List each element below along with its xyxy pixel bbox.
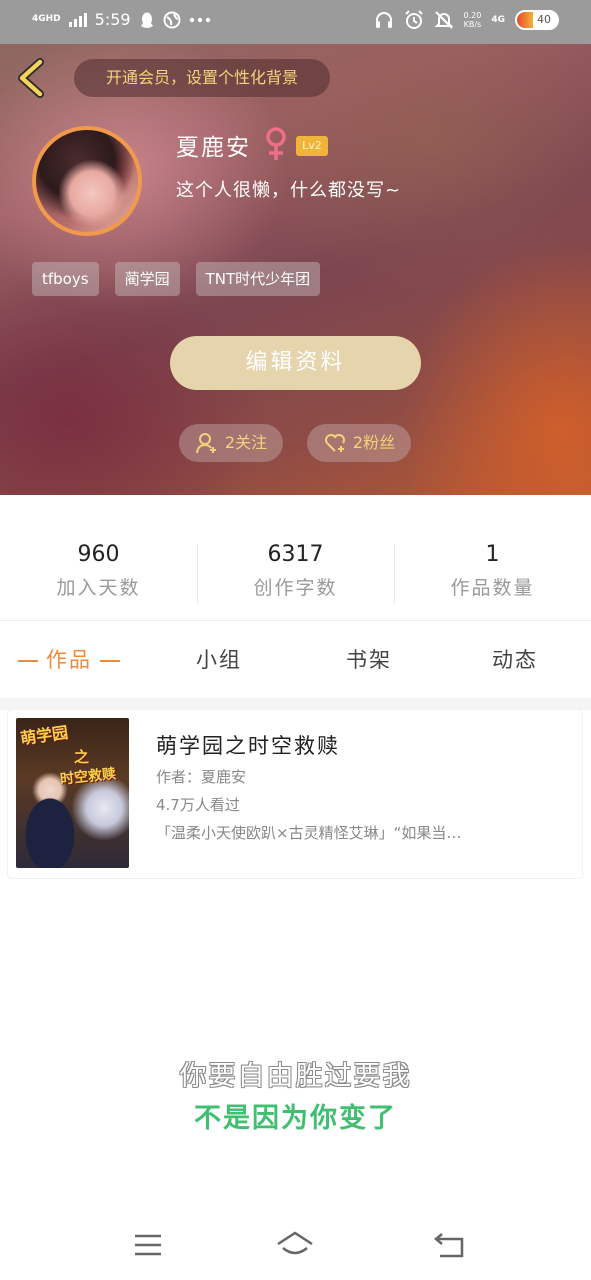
stat-value: 1 xyxy=(485,542,500,567)
work-cover-image[interactable]: 萌学园 之 时空救赎 xyxy=(16,718,129,868)
tab-label: 作品 xyxy=(46,648,92,672)
section-separator xyxy=(0,698,591,710)
stat-label: 加入天数 xyxy=(56,577,141,599)
tag-list: tfboys 蔺学园 TNT时代少年团 xyxy=(32,262,321,296)
home-icon[interactable] xyxy=(275,1228,315,1262)
following-label: 2关注 xyxy=(224,433,268,452)
battery-icon: 40 xyxy=(515,10,559,30)
status-bar: 4GHD 5:59 0.20 KB/s 4G 40 xyxy=(0,0,591,44)
battery-level: 40 xyxy=(537,13,551,26)
network-type: 4GHD xyxy=(32,14,61,24)
tag-chip[interactable]: 蔺学园 xyxy=(114,262,180,296)
tab-works[interactable]: 作品 xyxy=(18,644,128,674)
edit-profile-button[interactable]: 编辑资料 xyxy=(170,336,421,390)
work-description: 「温柔小天使欧趴×古灵精怪艾琳」“如果当… xyxy=(156,824,462,842)
cover-title: 时空救赎 xyxy=(59,766,117,788)
tag-chip[interactable]: tfboys xyxy=(32,262,99,296)
back-nav-icon[interactable] xyxy=(430,1228,470,1262)
stat-words-written: 6317 创作字数 xyxy=(197,542,394,600)
stat-works-count: 1 作品数量 xyxy=(394,542,591,600)
headphones-icon xyxy=(375,12,392,28)
tab-bookshelf[interactable]: 书架 xyxy=(346,644,392,674)
network-speed: 0.20 KB/s xyxy=(463,11,482,29)
battery-fill xyxy=(517,12,533,28)
fans-button[interactable]: 2粉丝 xyxy=(307,424,411,462)
work-card[interactable]: 萌学园 之 时空救赎 萌学园之时空救赎 作者：夏鹿安 4.7万人看过 「温柔小天… xyxy=(8,710,582,878)
vip-background-banner[interactable]: 开通会员，设置个性化背景 xyxy=(74,59,330,97)
work-author: 作者：夏鹿安 xyxy=(156,768,247,786)
work-title[interactable]: 萌学园之时空救赎 xyxy=(156,730,340,760)
female-gender-icon xyxy=(266,127,286,160)
mute-bell-icon xyxy=(434,11,453,29)
stat-value: 960 xyxy=(77,542,120,567)
qq-icon xyxy=(140,12,153,28)
globe-icon xyxy=(163,11,181,28)
back-button[interactable] xyxy=(14,58,50,98)
cover-title: 萌学园 xyxy=(19,722,70,749)
stats-row: 960 加入天数 6317 创作字数 1 作品数量 xyxy=(0,530,591,620)
avatar[interactable] xyxy=(32,126,142,236)
profile-tabs: 作品 小组 书架 动态 xyxy=(0,622,591,698)
active-indicator xyxy=(100,660,120,662)
system-nav-bar xyxy=(0,1210,591,1280)
work-views: 4.7万人看过 xyxy=(156,796,240,814)
mobile-data-label: 4G xyxy=(491,14,505,25)
stat-days-joined: 960 加入天数 xyxy=(0,542,197,600)
stat-label: 作品数量 xyxy=(450,577,535,599)
cover-title: 之 xyxy=(74,748,90,766)
clock: 5:59 xyxy=(94,10,131,29)
active-indicator xyxy=(18,660,38,662)
signal-icon xyxy=(68,12,87,27)
following-button[interactable]: 2关注 xyxy=(179,424,283,462)
bio-text: 这个人很懒，什么都没写~ xyxy=(176,180,402,201)
lyric-line: 你要自由胜过要我 xyxy=(179,1061,412,1092)
menu-icon[interactable] xyxy=(128,1228,168,1262)
lyric-line-highlight: 不是因为你变了 xyxy=(194,1103,397,1134)
alarm-icon xyxy=(404,10,423,29)
heart-plus-icon xyxy=(324,434,345,452)
username: 夏鹿安 xyxy=(176,135,251,161)
tab-activity[interactable]: 动态 xyxy=(492,644,538,674)
more-icon xyxy=(189,17,210,22)
divider xyxy=(0,620,591,621)
tab-groups[interactable]: 小组 xyxy=(196,644,242,674)
fans-label: 2粉丝 xyxy=(352,433,396,452)
profile-header: 4GHD 5:59 0.20 KB/s 4G 40 开通会员，设置个性化背景 夏… xyxy=(0,0,591,495)
tag-chip[interactable]: TNT时代少年团 xyxy=(195,262,321,296)
stat-label: 创作字数 xyxy=(253,577,338,599)
level-badge: Lv2 xyxy=(296,136,328,156)
stat-value: 6317 xyxy=(267,542,324,567)
add-user-icon xyxy=(195,433,216,454)
